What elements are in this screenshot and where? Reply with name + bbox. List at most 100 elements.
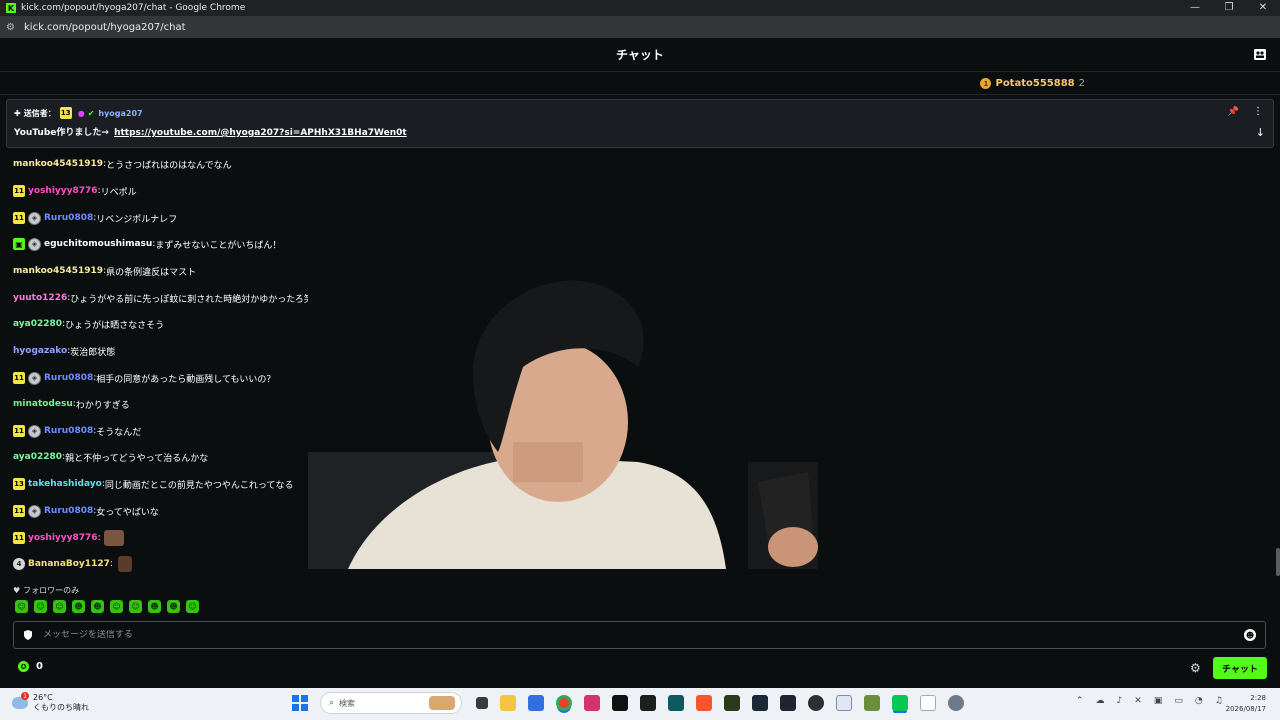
quick-emote[interactable]: ☺ [34,600,47,613]
app-icon-red[interactable] [584,695,600,711]
quick-emote[interactable]: ☺ [129,600,142,613]
chat-username[interactable]: minatodesu [13,399,73,409]
app-icon-blue[interactable] [528,695,544,711]
expand-down-icon[interactable]: ↓ [1256,126,1265,139]
mic-tray-icon[interactable]: ♪ [1117,696,1123,706]
chat-username[interactable]: takehashidayo [28,479,102,489]
app-icon-star[interactable] [836,695,852,711]
wifi-icon[interactable]: ◔ [1195,696,1203,706]
browser-title-bar: K kick.com/popout/hyoga207/chat - Google… [0,0,1280,16]
windows-start-icon[interactable] [292,695,308,711]
chat-message-row[interactable]: mankoo45451919: 県の条例違反はマスト [13,263,196,279]
chat-username[interactable]: Ruru0808 [44,373,93,383]
weather-widget[interactable]: 1 26°C くもりのち晴れ [12,692,89,713]
chat-message-text: 県の条例違反はマスト [106,267,197,278]
channel-points[interactable]: ✪ 0 [18,661,43,672]
chat-username[interactable]: BananaBoy1127 [28,559,110,569]
chat-message-row[interactable]: 11 ◈ Ruru0808: そうなんだ [13,423,141,439]
quick-emote[interactable]: ☺ [186,600,199,613]
quick-emote[interactable]: ☻ [72,600,85,613]
separator: : [109,559,113,569]
file-explorer-icon[interactable] [500,695,516,711]
chat-message-row[interactable]: yuuto1226: ひょうがやる前に先っぽ蚊に刺された時絶対かゆかったろ笑 [13,290,313,306]
app-icon-dark[interactable] [780,695,796,711]
tiktok-icon[interactable] [612,695,628,711]
chat-message-row[interactable]: aya02280: ひょうがは晒さなさそう [13,316,164,332]
obs-icon[interactable] [808,695,824,711]
line-icon[interactable] [892,695,908,711]
address-bar[interactable]: ⚙ kick.com/popout/hyoga207/chat [0,16,1280,38]
volume-icon[interactable]: ♫ [1215,696,1223,706]
quick-emote[interactable]: ☻ [148,600,161,613]
steam-icon[interactable] [752,695,768,711]
chat-message-row[interactable]: 11 ◈ Ruru0808: リベンジポルナレフ [13,210,177,226]
quick-emote[interactable]: ☺ [110,600,123,613]
chat-message-row[interactable]: 11 yoshiyyy8776: リベポル [13,183,137,199]
chat-username[interactable]: Ruru0808 [44,213,93,223]
app-icon-teal[interactable] [668,695,684,711]
chat-message-text: ひょうがは晒さなさそう [65,320,165,331]
quick-emote[interactable]: ☺ [53,600,66,613]
pinned-username[interactable]: hyoga207 [98,109,142,118]
chat-message-row[interactable]: mankoo45451919: とうさつばれはのはなんでなん [13,156,232,172]
chat-message-row[interactable]: minatodesu: わかりすぎる [13,396,130,412]
more-options-icon[interactable]: ⋮ [1253,106,1263,117]
users-icon[interactable] [1254,49,1266,60]
chat-message-row[interactable]: hyogazako: 炭治郎状態 [13,343,115,359]
chat-message-row[interactable]: 11 ◈ Ruru0808: 女ってやばいな [13,503,159,519]
chat-message-row[interactable]: 11 yoshiyyy8776: [13,530,124,546]
site-settings-icon[interactable]: ⚙ [6,22,18,33]
restore-button[interactable]: ❐ [1212,0,1246,16]
network-icon[interactable]: ☁ [1096,696,1105,706]
taskbar-search[interactable]: ⌕ 検索 [320,692,462,714]
search-placeholder: 検索 [339,698,356,708]
taskbar-clock[interactable]: 2:28 2026/08/17 [1226,693,1266,715]
settings-gear-icon[interactable]: ⚙ [1190,661,1201,675]
chat-username[interactable]: eguchitomoushimasu [44,239,152,249]
chat-username[interactable]: yoshiyyy8776 [28,533,98,543]
send-chat-button[interactable]: チャット [1213,657,1267,679]
quick-emote[interactable]: ☻ [167,600,180,613]
chat-username[interactable]: aya02280 [13,452,62,462]
chat-username[interactable]: hyogazako [13,346,67,356]
quick-emote[interactable]: ☻ [91,600,104,613]
task-view-icon[interactable] [476,697,488,709]
chat-message-row[interactable]: 13 takehashidayo: 同じ動画だとこの前見たやつやんこれってなる [13,476,293,492]
chevron-up-icon[interactable]: ⌃ [1076,696,1084,706]
chat-username[interactable]: yuuto1226 [13,293,67,303]
app-icon-green[interactable] [724,695,740,711]
settings-app-icon[interactable] [948,695,964,711]
chat-message-row[interactable]: aya02280: 親と不仲ってどうやって治るんかな [13,449,208,465]
emoji-picker-icon[interactable]: ☻ [1244,629,1256,641]
quick-emote[interactable]: ☺ [15,600,28,613]
notepad-icon[interactable] [920,695,936,711]
chat-username[interactable]: mankoo45451919 [13,266,103,276]
chrome-icon[interactable] [556,695,572,711]
chat-message-row[interactable]: 11 ◈ Ruru0808: 相手の同意があったら動画残してもいいの？ [13,370,275,386]
chat-message-input[interactable] [43,630,1244,640]
chat-username[interactable]: yoshiyyy8776 [28,186,98,196]
unpin-icon[interactable]: 📌 [1228,107,1239,117]
chat-message-row[interactable]: 4 BananaBoy1127: [13,556,132,572]
chat-username[interactable]: aya02280 [13,319,62,329]
top-gifter-name[interactable]: Potato555888 [995,78,1074,89]
terminal-icon[interactable] [640,695,656,711]
scrollbar-thumb[interactable] [1276,548,1280,576]
close-button[interactable]: ✕ [1246,0,1280,16]
chat-message-row[interactable]: ▣ ◈ eguchitomoushimasu: まずみせないことがいちばん！ [13,236,281,252]
chat-username[interactable]: Ruru0808 [44,426,93,436]
app-tray-icon[interactable]: ▣ [1154,696,1163,706]
minecraft-icon[interactable] [864,695,880,711]
display-icon[interactable]: ▭ [1174,696,1183,706]
clock-date: 2026/08/17 [1225,705,1266,713]
pinned-link[interactable]: https://youtube.com/@hyoga207?si=APHhX31… [114,128,407,138]
chat-username[interactable]: mankoo45451919 [13,159,103,169]
minimize-button[interactable]: — [1178,0,1212,16]
subscriber-badge: 11 [13,212,25,224]
kick-logo-icon: K [6,3,16,13]
chat-username[interactable]: Ruru0808 [44,506,93,516]
brave-icon[interactable] [696,695,712,711]
close-tray-icon[interactable]: ✕ [1134,696,1142,706]
url-text[interactable]: kick.com/popout/hyoga207/chat [24,22,186,33]
chat-input-box[interactable]: ☻ [13,621,1266,649]
